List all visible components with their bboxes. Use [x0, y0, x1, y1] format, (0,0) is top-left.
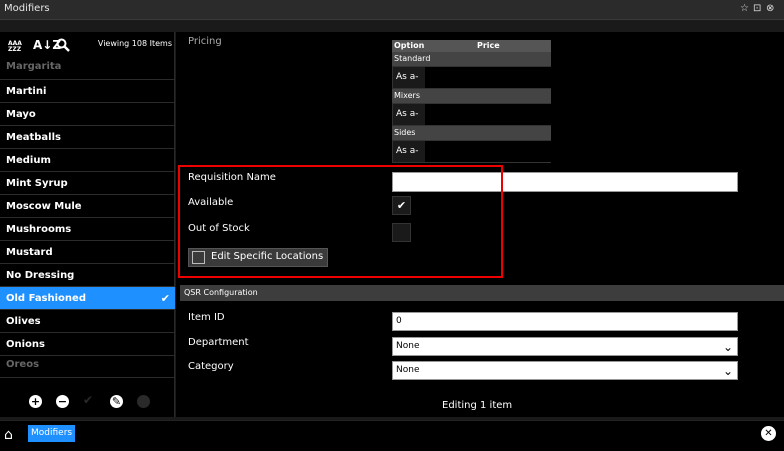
item-id-input[interactable]: 0	[392, 312, 738, 331]
list-item[interactable]: Olives	[0, 310, 175, 333]
pricing-table: Option Price Standard As a- Mixers As a-…	[392, 40, 551, 163]
list-item[interactable]: Mint Syrup	[0, 172, 175, 195]
pricing-row: As a-	[392, 103, 551, 126]
chevron-down-icon: ⌄	[722, 364, 733, 378]
price-input[interactable]	[425, 67, 551, 88]
category-select[interactable]: None ⌄	[392, 361, 738, 380]
category-label: Category	[188, 361, 234, 372]
list-item-label: Old Fashioned	[6, 293, 86, 304]
list-item[interactable]: Mustard	[0, 241, 175, 264]
list-item-label: Medium	[6, 155, 51, 166]
price-input[interactable]	[425, 104, 551, 125]
search-icon[interactable]	[56, 38, 70, 55]
list-item-label: Mushrooms	[6, 224, 72, 235]
favorite-icon[interactable]: ☆	[740, 3, 749, 14]
pricing-option: As a-	[396, 72, 419, 82]
item-id-label: Item ID	[188, 312, 225, 323]
qsr-configuration-header: QSR Configuration	[180, 285, 784, 301]
list-item-label: Mint Syrup	[6, 178, 68, 189]
home-icon[interactable]: ⌂	[4, 427, 13, 443]
restore-icon[interactable]: ⊡	[753, 3, 761, 14]
list-item-label: Moscow Mule	[6, 201, 82, 212]
department-select[interactable]: None ⌄	[392, 337, 738, 356]
detail-panel: Pricing Option Price Standard As a- Mixe…	[176, 32, 784, 417]
department-label: Department	[188, 337, 249, 348]
list-item[interactable]: Mayo	[0, 103, 175, 126]
list-toolbar: AAA ZZZ A↓Z Viewing 108 Items	[0, 32, 175, 58]
list-item[interactable]: Oreos	[0, 356, 175, 378]
modifier-list: Margarita Martini Mayo Meatballs Medium …	[0, 58, 175, 386]
department-value: None	[396, 341, 420, 351]
list-actions: + − ✔ ✎	[0, 389, 175, 417]
close-window-icon[interactable]: ⊗	[766, 3, 774, 14]
list-item-label: No Dressing	[6, 270, 75, 281]
pricing-table-header: Option Price	[392, 40, 551, 52]
highlight-box	[178, 165, 503, 278]
list-item[interactable]: Meatballs	[0, 126, 175, 149]
list-item-label: Meatballs	[6, 132, 61, 143]
price-header: Price	[477, 41, 500, 50]
pricing-group: Mixers	[392, 89, 551, 103]
status-text: Editing 1 item	[442, 400, 513, 411]
list-item[interactable]: Medium	[0, 149, 175, 172]
list-item[interactable]: Moscow Mule	[0, 195, 175, 218]
sort-alpha-icon[interactable]: AAA ZZZ	[8, 41, 22, 53]
check-icon: ✔	[160, 292, 170, 305]
pricing-label: Pricing	[188, 36, 222, 47]
option-header: Option	[394, 41, 425, 50]
close-icon[interactable]: ✕	[761, 426, 776, 441]
add-icon[interactable]: +	[29, 395, 42, 408]
list-item-label: Mustard	[6, 247, 53, 258]
list-item-label: Mayo	[6, 109, 36, 120]
list-item-label: Oreos	[6, 359, 40, 370]
pricing-group: Standard	[392, 52, 551, 66]
price-input[interactable]	[425, 141, 551, 162]
list-item-selected[interactable]: Old Fashioned ✔	[0, 287, 175, 310]
copy-icon	[137, 395, 150, 408]
bottom-bar: ⌂ Modifiers ✕	[0, 420, 784, 451]
pricing-group: Sides	[392, 126, 551, 140]
list-item-label: Olives	[6, 316, 41, 327]
list-item[interactable]: Onions	[0, 333, 175, 356]
window-title: Modifiers	[4, 3, 50, 14]
pricing-option: As a-	[396, 109, 419, 119]
list-item[interactable]: Mushrooms	[0, 218, 175, 241]
category-value: None	[396, 365, 420, 375]
list-item-label: Onions	[6, 339, 45, 350]
modifier-list-panel: AAA ZZZ A↓Z Viewing 108 Items Margarita …	[0, 32, 175, 417]
chevron-down-icon: ⌄	[722, 340, 733, 354]
list-item[interactable]: No Dressing	[0, 264, 175, 287]
tab-modifiers[interactable]: Modifiers	[28, 425, 76, 442]
list-item-label: Margarita	[6, 61, 62, 72]
item-count: Viewing 108 Items	[97, 39, 172, 48]
confirm-icon: ✔	[83, 393, 94, 407]
list-item[interactable]: Margarita	[0, 58, 175, 80]
list-item[interactable]: Martini	[0, 80, 175, 103]
list-item-label: Martini	[6, 86, 47, 97]
pricing-row: As a-	[392, 140, 551, 163]
edit-icon[interactable]: ✎	[110, 395, 123, 408]
window-titlebar: Modifiers ☆ ⊡ ⊗	[0, 0, 784, 20]
remove-icon[interactable]: −	[56, 395, 69, 408]
pricing-option: As a-	[396, 146, 419, 156]
pricing-row: As a-	[392, 66, 551, 89]
